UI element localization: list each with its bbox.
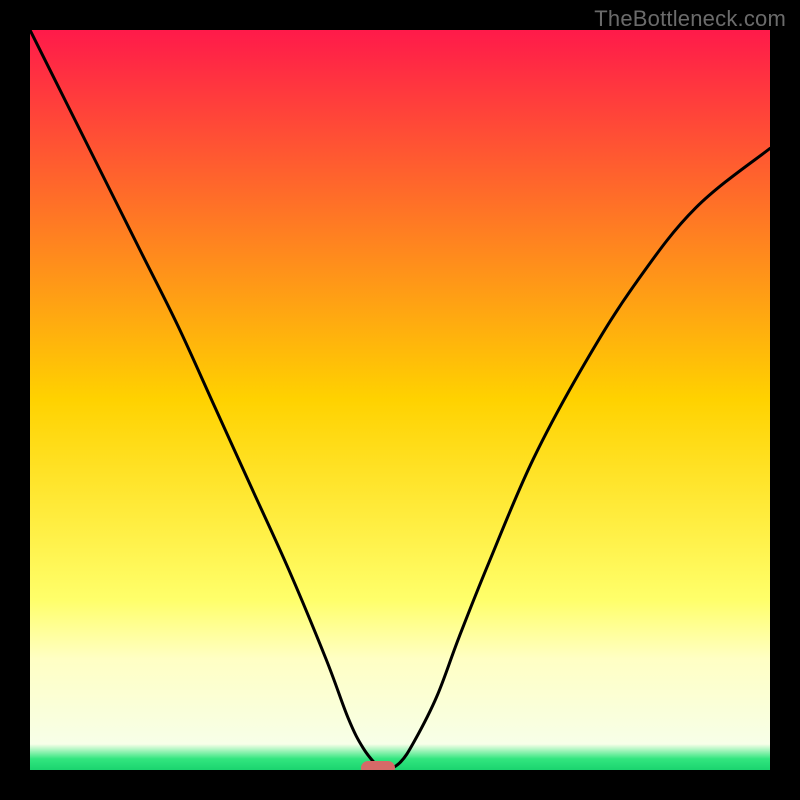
bottleneck-curve xyxy=(30,30,770,770)
chart-frame: TheBottleneck.com xyxy=(0,0,800,800)
minimum-marker xyxy=(361,761,395,770)
watermark-label: TheBottleneck.com xyxy=(594,6,786,32)
plot-area xyxy=(30,30,770,770)
